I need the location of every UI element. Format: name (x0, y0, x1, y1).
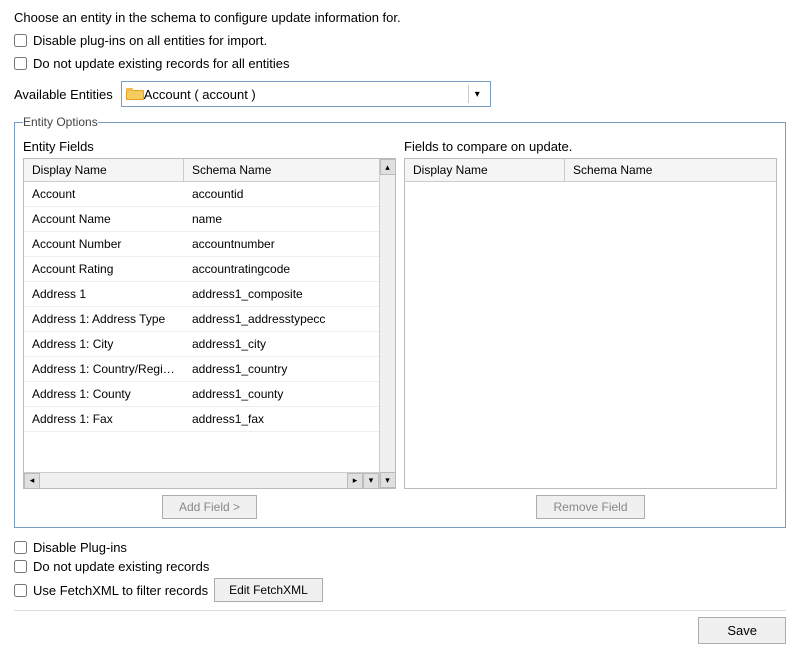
entity-field-display: Address 1 (24, 282, 184, 306)
entity-dropdown-arrow[interactable]: ▾ (468, 85, 486, 103)
compare-table-header: Display Name Schema Name (405, 159, 776, 182)
do-not-update-all-checkbox[interactable] (14, 57, 27, 70)
instruction-text: Choose an entity in the schema to config… (14, 10, 786, 25)
entity-field-schema: address1_country (184, 357, 379, 381)
entity-field-display: Account (24, 182, 184, 206)
entity-field-schema: address1_addresstypecc (184, 307, 379, 331)
compare-fields-panel: Fields to compare on update. Display Nam… (404, 139, 777, 519)
entity-field-schema: address1_county (184, 382, 379, 406)
add-field-button[interactable]: Add Field > (162, 495, 257, 519)
entity-fields-hscroll[interactable]: ◂ ▸ ▾ (24, 472, 379, 488)
table-row[interactable]: Address 1: Country/Regionaddress1_countr… (24, 357, 379, 382)
compare-col-schema: Schema Name (565, 159, 776, 181)
available-entities-row: Available Entities Account ( account ) ▾ (14, 81, 786, 107)
entity-field-display: Address 1: Country/Region (24, 357, 184, 381)
entity-folder-icon (126, 86, 144, 102)
entity-select-text: Account ( account ) (144, 87, 468, 102)
table-row[interactable]: Account Namename (24, 207, 379, 232)
entity-fields-table-header: Display Name Schema Name (24, 159, 379, 182)
disable-plugins-all-label: Disable plug-ins on all entities for imp… (33, 33, 267, 48)
entity-field-display: Address 1: Fax (24, 407, 184, 431)
table-row[interactable]: Account Numberaccountnumber (24, 232, 379, 257)
compare-fields-label: Fields to compare on update. (404, 139, 777, 154)
table-row[interactable]: Address 1: Address Typeaddress1_addresst… (24, 307, 379, 332)
table-row[interactable]: Accountaccountid (24, 182, 379, 207)
remove-field-btn-row: Remove Field (404, 495, 777, 519)
scroll-down-arrow[interactable]: ▾ (363, 473, 379, 489)
edit-fetchxml-button[interactable]: Edit FetchXML (214, 578, 323, 602)
add-field-btn-row: Add Field > (23, 495, 396, 519)
scroll-left-arrow[interactable]: ◂ (24, 473, 40, 489)
scroll-thumb (40, 473, 347, 488)
disable-plugins-all-row: Disable plug-ins on all entities for imp… (14, 33, 786, 48)
entity-field-schema: accountid (184, 182, 379, 206)
entity-field-display: Address 1: County (24, 382, 184, 406)
entity-select-wrapper[interactable]: Account ( account ) ▾ (121, 81, 491, 107)
entity-field-schema: name (184, 207, 379, 231)
compare-table-body (405, 182, 776, 488)
entity-field-schema: address1_fax (184, 407, 379, 431)
entity-fields-table-body[interactable]: AccountaccountidAccount NamenameAccount … (24, 182, 379, 472)
vertical-scrollbar[interactable]: ▴ ▾ (379, 159, 395, 488)
entity-field-display: Account Name (24, 207, 184, 231)
entity-fields-col-schema: Schema Name (184, 159, 379, 181)
remove-field-button[interactable]: Remove Field (536, 495, 644, 519)
bottom-disable-plugins-label: Disable Plug-ins (33, 540, 127, 555)
bottom-fetchxml-row: Use FetchXML to filter records Edit Fetc… (14, 578, 786, 602)
bottom-fetchxml-label: Use FetchXML to filter records (33, 583, 208, 598)
entity-field-display: Account Rating (24, 257, 184, 281)
table-row[interactable]: Address 1: Countyaddress1_county (24, 382, 379, 407)
entity-field-schema: address1_composite (184, 282, 379, 306)
table-row[interactable]: Account Ratingaccountratingcode (24, 257, 379, 282)
entity-fields-panel: Entity Fields Display Name Schema Name A… (23, 139, 396, 519)
bottom-fetchxml-checkbox[interactable] (14, 584, 27, 597)
scroll-right-arrow[interactable]: ▸ (347, 473, 363, 489)
entity-field-display: Address 1: City (24, 332, 184, 356)
bottom-do-not-update-checkbox[interactable] (14, 560, 27, 573)
main-container: Choose an entity in the schema to config… (0, 0, 800, 654)
entity-field-display: Account Number (24, 232, 184, 256)
table-row[interactable]: Address 1address1_composite (24, 282, 379, 307)
table-row[interactable]: Address 1: Faxaddress1_fax (24, 407, 379, 432)
entity-field-schema: address1_city (184, 332, 379, 356)
scroll-down-v-arrow[interactable]: ▾ (380, 472, 396, 488)
entity-options-legend: Entity Options (23, 115, 98, 129)
entity-field-schema: accountnumber (184, 232, 379, 256)
bottom-disable-plugins-checkbox[interactable] (14, 541, 27, 554)
bottom-disable-plugins-row: Disable Plug-ins (14, 540, 786, 555)
save-row: Save (14, 610, 786, 644)
entity-options-group: Entity Options Entity Fields Display Nam… (14, 115, 786, 528)
do-not-update-all-label: Do not update existing records for all e… (33, 56, 290, 71)
bottom-checkboxes: Disable Plug-ins Do not update existing … (14, 536, 786, 602)
compare-col-display: Display Name (405, 159, 565, 181)
bottom-do-not-update-row: Do not update existing records (14, 559, 786, 574)
scroll-up-arrow[interactable]: ▴ (380, 159, 396, 175)
entity-fields-col-display: Display Name (24, 159, 184, 181)
entity-field-display: Address 1: Address Type (24, 307, 184, 331)
table-row[interactable]: Address 1: Cityaddress1_city (24, 332, 379, 357)
available-entities-label: Available Entities (14, 87, 113, 102)
compare-fields-table: Display Name Schema Name (405, 159, 776, 488)
do-not-update-all-row: Do not update existing records for all e… (14, 56, 786, 71)
entity-field-schema: accountratingcode (184, 257, 379, 281)
fields-section: Entity Fields Display Name Schema Name A… (23, 139, 777, 519)
entity-fields-table: Display Name Schema Name Accountaccounti… (24, 159, 379, 488)
bottom-do-not-update-label: Do not update existing records (33, 559, 209, 574)
disable-plugins-all-checkbox[interactable] (14, 34, 27, 47)
save-button[interactable]: Save (698, 617, 786, 644)
entity-fields-label: Entity Fields (23, 139, 396, 154)
